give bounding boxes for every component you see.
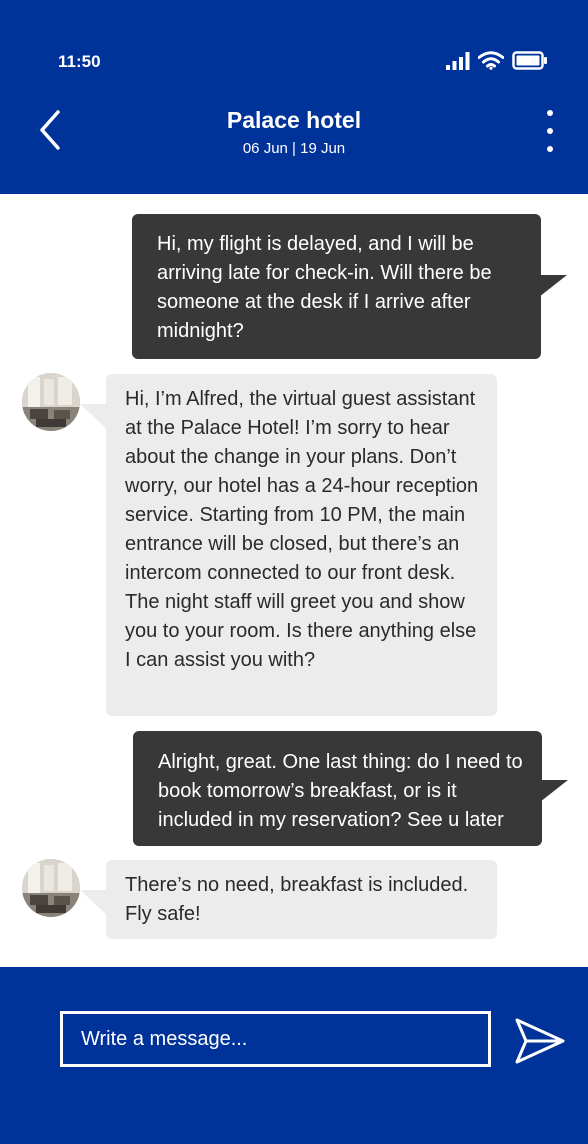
message-text: Hi, my flight is delayed, and I will be … — [157, 233, 492, 342]
bubble-tail — [539, 275, 567, 297]
more-vertical-icon — [547, 110, 553, 116]
bubble-tail — [540, 780, 568, 802]
status-icons — [446, 51, 548, 70]
send-icon — [515, 1018, 565, 1064]
message-bubble-assistant: There’s no need, breakfast is included. … — [106, 860, 497, 939]
message-input[interactable] — [60, 1011, 491, 1067]
assistant-avatar — [22, 859, 80, 917]
message-composer — [0, 967, 588, 1144]
message-text: Alright, great. One last thing: do I nee… — [158, 751, 523, 831]
more-options-button[interactable] — [534, 108, 566, 154]
status-time: 11:50 — [58, 52, 101, 71]
bubble-tail — [80, 890, 108, 916]
page-title: Palace hotel — [226, 107, 362, 133]
message-bubble-assistant: Hi, I’m Alfred, the virtual guest assist… — [106, 374, 497, 716]
message-text: Hi, I’m Alfred, the virtual guest assist… — [125, 388, 479, 671]
message-bubble-user: Hi, my flight is delayed, and I will be … — [132, 214, 541, 359]
assistant-avatar — [22, 373, 80, 431]
battery-icon — [512, 51, 547, 70]
signal-icon — [446, 51, 470, 70]
send-button[interactable] — [514, 1017, 566, 1065]
app-header: 11:50 Palace hotel 06 Jun | 19 Jun — [0, 0, 588, 194]
stay-dates: 06 Jun | 19 Jun — [242, 140, 346, 157]
wifi-icon — [478, 51, 504, 70]
message-text: There’s no need, breakfast is included. … — [125, 874, 469, 925]
message-bubble-user: Alright, great. One last thing: do I nee… — [133, 731, 542, 846]
bubble-tail — [80, 404, 108, 430]
